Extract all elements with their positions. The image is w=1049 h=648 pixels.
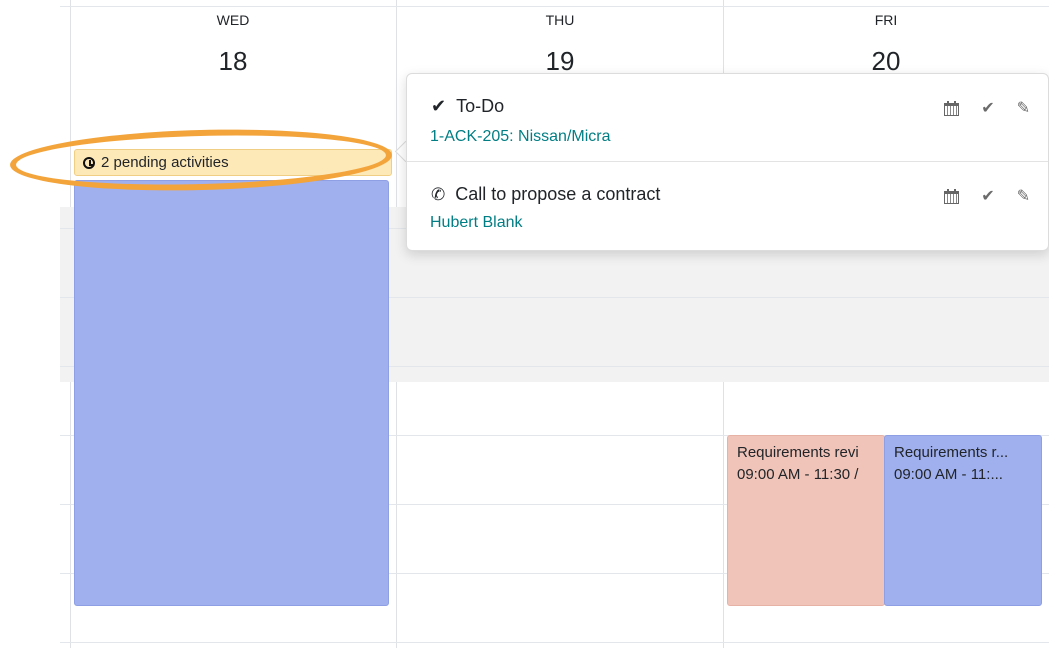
activity-item: ✆ Call to propose a contract Hubert Blan… [407, 162, 1048, 250]
event-title: Requirements r... [894, 444, 1009, 461]
activity-record-link[interactable]: 1-ACK-205: Nissan/Micra [430, 128, 611, 146]
activity-item: ✔ To-Do 1-ACK-205: Nissan/Micra ✔ ✎ [407, 74, 1048, 161]
mark-done-check-icon[interactable]: ✔ [981, 98, 994, 118]
pencil-icon[interactable]: ✎ [1017, 98, 1030, 118]
hour-line [60, 642, 1049, 643]
event-title: Requirements revi [737, 444, 859, 461]
day-name-thu: THU [545, 12, 575, 28]
activity-title: Call to propose a contract [455, 184, 661, 204]
calendar-event[interactable]: Requirements revi 09:00 AM - 11:30 / [727, 435, 885, 606]
activity-record-link[interactable]: Hubert Blank [430, 214, 523, 232]
day-name-wed: WED [216, 12, 250, 28]
calendar-event[interactable]: Requirements r... 09:00 AM - 11:... [884, 435, 1042, 606]
day-number-wed[interactable]: 18 [173, 46, 293, 77]
calendar-icon[interactable] [944, 100, 960, 116]
pencil-icon[interactable]: ✎ [1017, 186, 1030, 206]
activities-popover: ✔ To-Do 1-ACK-205: Nissan/Micra ✔ ✎ ✆ Ca… [406, 73, 1049, 251]
event-time: 09:00 AM - 11:... [894, 466, 1003, 483]
calendar-icon[interactable] [944, 188, 960, 204]
day-name-fri: FRI [874, 12, 898, 28]
phone-icon: ✆ [431, 184, 446, 204]
check-icon: ✔ [431, 96, 447, 116]
event-time: 09:00 AM - 11:30 / [737, 466, 859, 483]
activity-title: To-Do [456, 96, 505, 116]
mark-done-check-icon[interactable]: ✔ [981, 186, 994, 206]
calendar-event[interactable] [74, 180, 389, 606]
header-divider [60, 6, 1049, 7]
